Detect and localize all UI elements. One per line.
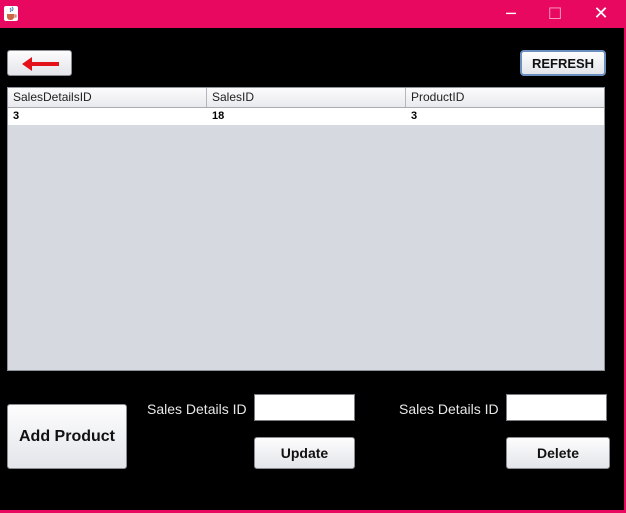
back-button[interactable]	[7, 50, 72, 76]
delete-button[interactable]: Delete	[506, 437, 610, 469]
table-row[interactable]: 3 18 3	[8, 108, 604, 125]
update-sales-details-id-label: Sales Details ID	[147, 401, 247, 417]
sales-details-table[interactable]: SalesDetailsID SalesID ProductID 3 18 3	[7, 87, 605, 371]
add-product-button[interactable]: Add Product	[7, 404, 127, 469]
close-button[interactable]: ✕	[578, 0, 624, 28]
delete-sales-details-id-input[interactable]	[506, 394, 607, 421]
column-header-salesid[interactable]: SalesID	[207, 88, 406, 107]
back-arrow-icon	[22, 57, 59, 71]
cell-salesdetailsid: 3	[13, 110, 20, 122]
column-header-productid[interactable]: ProductID	[406, 88, 604, 107]
cell-productid: 3	[411, 110, 418, 122]
column-header-salesdetailsid[interactable]: SalesDetailsID	[8, 88, 207, 107]
main-panel: REFRESH SalesDetailsID SalesID ProductID…	[0, 28, 626, 513]
delete-sales-details-id-label: Sales Details ID	[399, 401, 499, 417]
update-button[interactable]: Update	[254, 437, 355, 469]
title-bar: ─ ☐ ✕	[0, 0, 626, 28]
table-header: SalesDetailsID SalesID ProductID	[8, 88, 604, 108]
refresh-button[interactable]: REFRESH	[520, 50, 606, 76]
update-sales-details-id-input[interactable]	[254, 394, 355, 421]
cell-salesid: 18	[212, 110, 225, 122]
maximize-button[interactable]: ☐	[532, 0, 578, 28]
java-cup-icon	[4, 6, 18, 21]
minimize-button[interactable]: ─	[488, 0, 534, 28]
